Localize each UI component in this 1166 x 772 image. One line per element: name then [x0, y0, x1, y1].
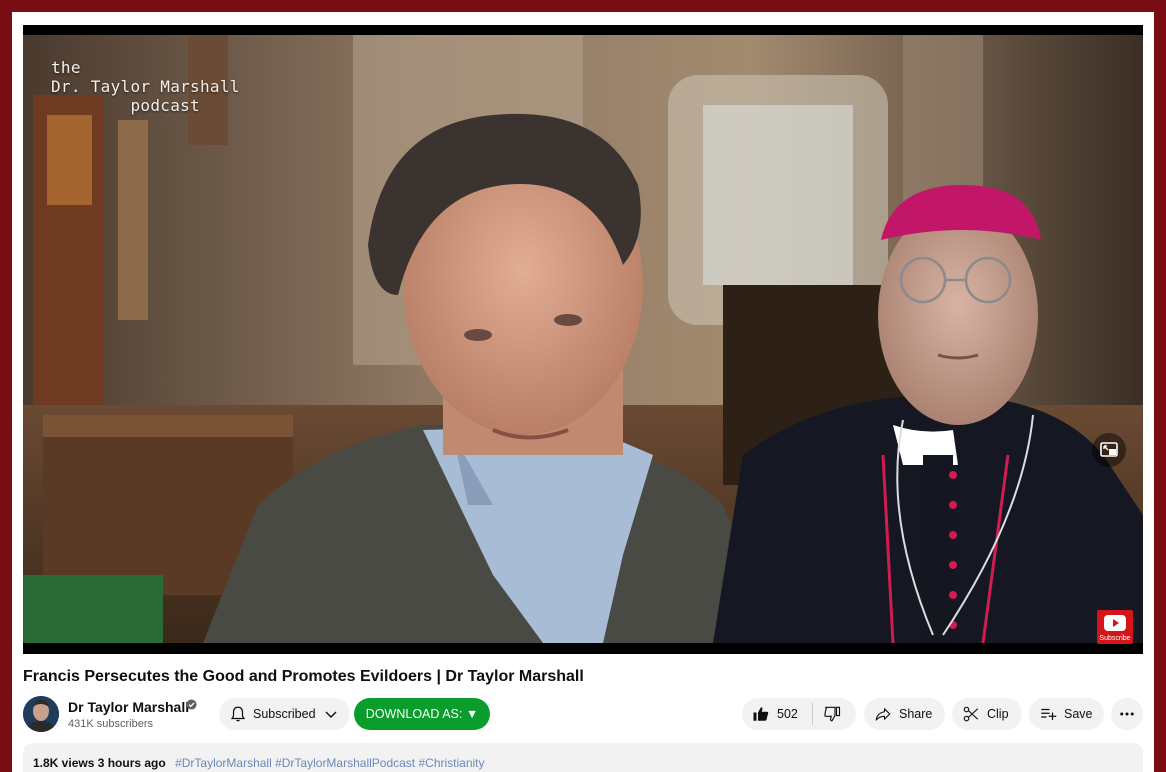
- subscribed-label: Subscribed: [253, 707, 316, 721]
- scissors-icon: [963, 706, 979, 722]
- video-frame: [23, 35, 1143, 643]
- description-box[interactable]: 1.8K views 3 hours ago #DrTaylorMarshall…: [23, 743, 1143, 772]
- like-divider: [811, 703, 813, 725]
- channel-row: Dr Taylor Marshall 431K subscribers Subs…: [23, 695, 1143, 735]
- clip-button[interactable]: Clip: [952, 698, 1022, 730]
- more-horizontal-icon: [1120, 712, 1134, 716]
- description-summary: 1.8K views 3 hours ago #DrTaylorMarshall…: [33, 756, 485, 770]
- save-button[interactable]: Save: [1029, 698, 1104, 730]
- chevron-down-icon: [325, 711, 337, 718]
- channel-name[interactable]: Dr Taylor Marshall: [68, 699, 189, 715]
- avatar-image: [23, 696, 59, 732]
- bell-icon: [230, 706, 246, 722]
- video-player[interactable]: the Dr. Taylor Marshall podcast Subscrib…: [23, 25, 1143, 654]
- thumbs-down-icon: [824, 706, 840, 722]
- video-title: Francis Persecutes the Good and Promotes…: [23, 668, 584, 685]
- podcast-watermark: the Dr. Taylor Marshall podcast: [51, 58, 240, 115]
- subscriber-count: 431K subscribers: [68, 718, 153, 730]
- share-label: Share: [899, 707, 933, 721]
- pip-button[interactable]: [1092, 433, 1126, 467]
- subscribe-watermark-label: Subscribe: [1099, 635, 1131, 642]
- channel-avatar[interactable]: [23, 696, 59, 732]
- share-arrow-icon: [875, 708, 891, 721]
- subscribed-button[interactable]: Subscribed: [219, 698, 350, 730]
- subscribe-watermark-button[interactable]: Subscribe: [1097, 610, 1133, 644]
- download-button[interactable]: DOWNLOAD AS: ▼: [354, 698, 490, 730]
- clip-label: Clip: [987, 707, 1009, 721]
- save-label: Save: [1064, 707, 1093, 721]
- picture-in-picture-icon: [1100, 442, 1118, 457]
- like-dislike-group: 502: [742, 698, 856, 730]
- view-stats: 1.8K views 3 hours ago: [33, 756, 166, 770]
- youtube-play-icon: [1104, 615, 1126, 631]
- playlist-add-icon: [1041, 708, 1057, 720]
- dislike-button[interactable]: [823, 705, 841, 723]
- hashtags[interactable]: #DrTaylorMarshall #DrTaylorMarshallPodca…: [175, 756, 484, 770]
- verified-badge-icon: [186, 699, 197, 710]
- video-letterbox: [23, 643, 1143, 654]
- like-count: 502: [777, 707, 798, 721]
- page-frame: the Dr. Taylor Marshall podcast Subscrib…: [12, 12, 1154, 772]
- share-button[interactable]: Share: [864, 698, 945, 730]
- thumbs-up-icon[interactable]: [752, 705, 770, 723]
- more-actions-button[interactable]: [1111, 698, 1143, 730]
